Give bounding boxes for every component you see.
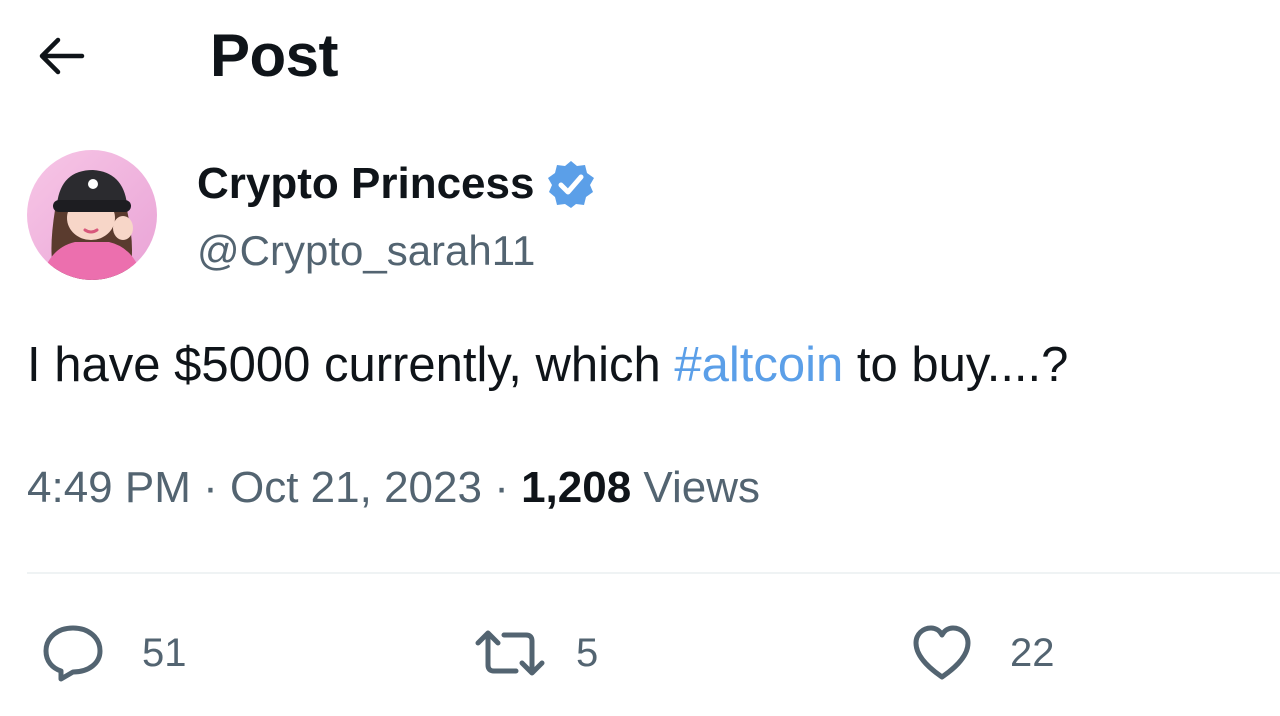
divider xyxy=(27,572,1280,574)
post-date[interactable]: Oct 21, 2023 xyxy=(230,463,482,512)
repost-icon xyxy=(475,630,545,676)
author-handle[interactable]: @Crypto_sarah11 xyxy=(197,226,535,276)
views-label: Views xyxy=(643,463,760,512)
page-title: Post xyxy=(210,22,339,89)
display-name: Crypto Princess xyxy=(197,159,535,208)
action-bar: 51 5 22 xyxy=(0,610,1280,696)
repost-button[interactable]: 5 xyxy=(470,610,598,696)
meta-separator: · xyxy=(203,463,218,512)
like-count: 22 xyxy=(1010,631,1055,675)
post-text-after: to buy....? xyxy=(843,338,1069,392)
post-time[interactable]: 4:49 PM xyxy=(27,463,191,512)
author-block: Crypto Princess @Crypto_sarah11 xyxy=(27,150,1257,285)
verified-badge-icon xyxy=(546,159,596,209)
reply-icon xyxy=(43,625,103,682)
reply-button[interactable]: 51 xyxy=(40,610,187,696)
views-count: 1,208 xyxy=(521,463,632,512)
reply-count: 51 xyxy=(142,631,187,675)
arrow-left-icon xyxy=(39,37,85,75)
post-text-before: I have $5000 currently, which xyxy=(27,338,675,392)
post-text: I have $5000 currently, which #altcoin t… xyxy=(27,334,1068,396)
meta-separator: · xyxy=(494,463,509,512)
repost-count: 5 xyxy=(576,631,599,675)
avatar[interactable] xyxy=(27,150,157,280)
heart-icon xyxy=(913,625,971,680)
back-button[interactable] xyxy=(30,28,90,84)
display-name-row[interactable]: Crypto Princess xyxy=(197,158,596,210)
post-header: Post xyxy=(0,0,1280,110)
hashtag-link[interactable]: #altcoin xyxy=(674,338,843,392)
like-button[interactable]: 22 xyxy=(910,610,1055,696)
post-meta: 4:49 PM · Oct 21, 2023 · 1,208 Views xyxy=(27,460,760,516)
